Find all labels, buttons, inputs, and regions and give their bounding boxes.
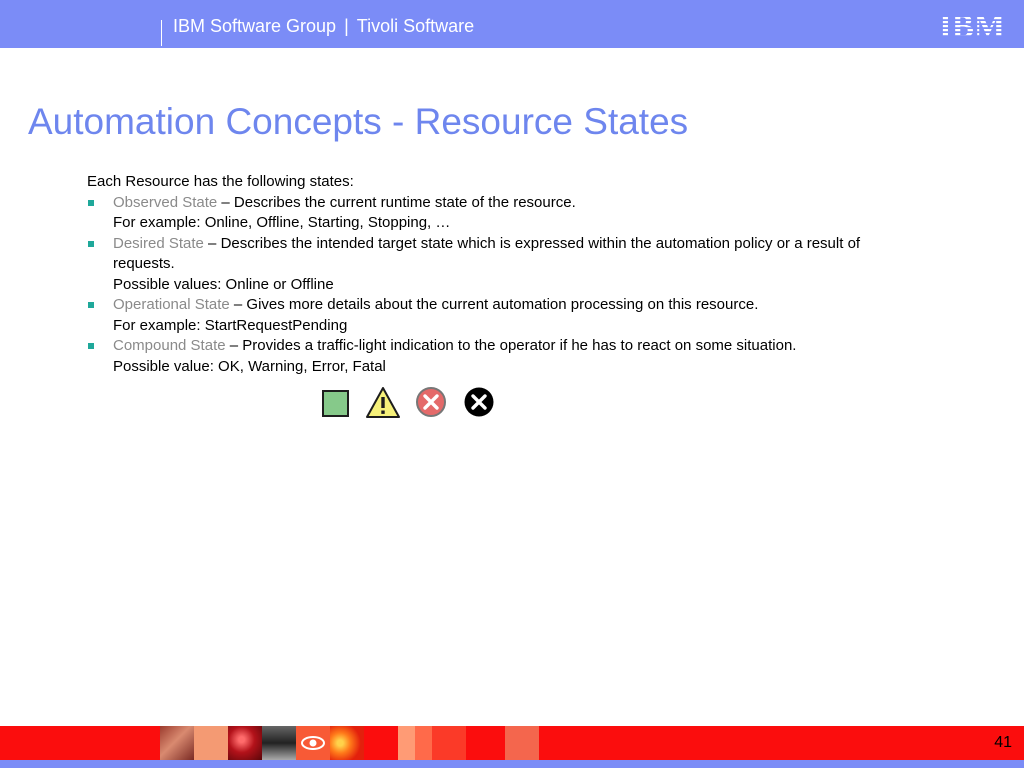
state-list: Observed State – Describes the current r… (87, 193, 917, 378)
list-item: Desired State – Describes the intended t… (87, 234, 917, 296)
footer-color-tile (505, 726, 539, 760)
header-title: IBM Software Group | Tivoli Software (173, 16, 474, 37)
state-desc: – Provides a traffic-light indication to… (225, 337, 797, 354)
page-number: 41 (994, 734, 1012, 751)
footer-image-tile (160, 726, 194, 760)
list-item: Operational State – Gives more details a… (87, 295, 917, 336)
footer-eye-tile (296, 726, 330, 760)
header-product-name: Tivoli Software (356, 16, 475, 36)
state-detail: For example: StartRequestPending (113, 316, 348, 334)
footer-image-tile (262, 726, 296, 760)
list-item: Observed State – Describes the current r… (87, 193, 917, 234)
footer-color-tile (432, 726, 466, 760)
footer-color-tile (194, 726, 228, 760)
bullet-icon (88, 343, 94, 349)
footer-image-tile (330, 726, 364, 760)
header-bar: IBM Software Group | Tivoli Software IBM (0, 0, 1024, 48)
state-term: Compound State (113, 337, 226, 354)
state-term: Operational State (113, 296, 230, 313)
state-detail: For example: Online, Offline, Starting, … (113, 214, 451, 231)
page-title: Automation Concepts - Resource States (28, 101, 689, 142)
state-detail: Possible values: Online or Offline (113, 275, 334, 293)
header-separator: | (344, 16, 349, 36)
intro-text: Each Resource has the following states: (87, 173, 354, 190)
ibm-logo-icon: IBM (939, 9, 1005, 45)
state-term: Observed State (113, 193, 218, 211)
svg-text:IBM: IBM (939, 9, 1005, 41)
list-item: Compound State – Provides a traffic-ligh… (87, 336, 917, 377)
footer-band (0, 760, 1024, 768)
ibm-logo: IBM (936, 9, 1008, 46)
bullet-icon (88, 240, 94, 247)
footer-color-tile (398, 726, 432, 760)
footer-bar: 41 (0, 726, 1024, 760)
state-desc: – Describes the intended target state wh… (113, 234, 861, 273)
footer-image-tile (228, 726, 262, 760)
slide-body: Each Resource has the following states: … (87, 172, 917, 377)
eye-icon (301, 736, 325, 750)
error-circle-icon (416, 387, 446, 417)
state-term: Desired State (113, 234, 204, 252)
state-detail: Possible value: OK, Warning, Error, Fata… (113, 357, 386, 375)
header-group-name: IBM Software Group (173, 16, 337, 36)
state-desc: – Gives more details about the current a… (229, 296, 759, 313)
state-desc: – Describes the current runtime state of… (217, 193, 576, 211)
bullet-icon (88, 199, 94, 206)
bullet-icon (88, 302, 94, 308)
header-divider (161, 20, 162, 46)
fatal-circle-icon (464, 387, 494, 417)
warning-triangle-icon (366, 387, 400, 418)
ok-square-icon (322, 390, 349, 417)
